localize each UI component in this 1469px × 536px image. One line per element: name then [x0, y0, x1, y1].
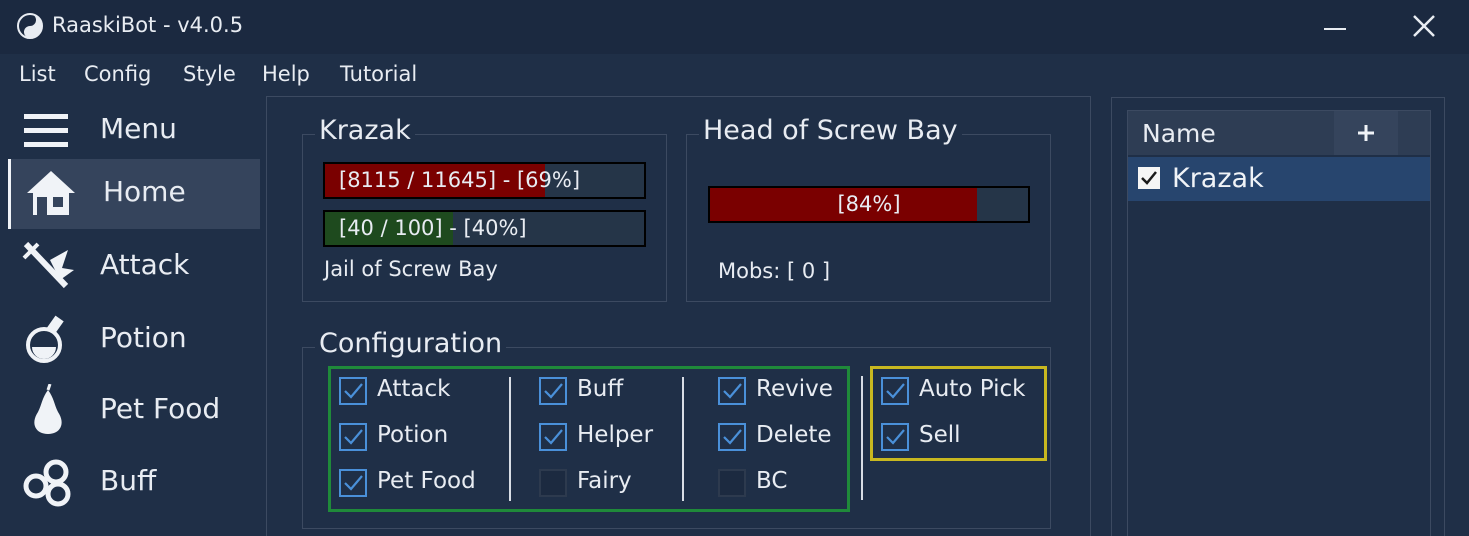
checkbox[interactable]: [539, 469, 567, 497]
character-list: Name Krazak: [1127, 110, 1431, 536]
house-icon: [27, 171, 75, 215]
checkmark-icon: [886, 383, 905, 399]
potion-flask-icon: [26, 315, 64, 363]
character-list-panel: Name Krazak: [1111, 97, 1445, 536]
mobs-count: Mobs: [ 0 ]: [718, 259, 831, 283]
checkmark-icon: [1141, 171, 1157, 185]
checkmark-icon: [544, 429, 563, 445]
minimize-button[interactable]: [1318, 10, 1354, 44]
checkmark-icon: [544, 383, 563, 399]
close-icon[interactable]: [1406, 8, 1442, 44]
plus-icon: [1358, 125, 1374, 141]
main-toggles-box: Attack Potion Pet Food Buff Helper Fairy Reviv…: [328, 366, 850, 512]
character-group: Krazak [8115 / 11645] - [69%] [40 / 100]…: [302, 115, 667, 302]
checkbox[interactable]: [339, 377, 367, 405]
loot-toggles-box: Auto Pick Sell: [870, 366, 1047, 461]
pear-icon: [34, 384, 62, 434]
sidebar-item-potion[interactable]: Potion: [8, 305, 260, 375]
yin-yang-icon: [17, 13, 43, 39]
list-item-checkbox[interactable]: [1138, 167, 1160, 189]
checkbox-label: Fairy: [577, 468, 632, 494]
window-title: RaaskiBot - v4.0.5: [52, 13, 244, 37]
sidebar-item-attack[interactable]: Attack: [8, 232, 260, 302]
target-group: Head of Screw Bay [84%] Mobs: [ 0 ]: [686, 115, 1051, 302]
list-item[interactable]: Krazak: [1128, 157, 1430, 201]
sidebar-item-buff[interactable]: Buff: [8, 448, 260, 518]
checkmark-icon: [723, 429, 742, 445]
swirl-icon: [23, 459, 71, 507]
checkbox-label: Attack: [377, 376, 451, 402]
checkbox[interactable]: [881, 377, 909, 405]
sidebar-item-label: Attack: [100, 248, 190, 281]
checkbox[interactable]: [718, 423, 746, 451]
list-item-label: Krazak: [1172, 163, 1264, 194]
checkbox-label: BC: [756, 468, 788, 494]
checkbox-label: Auto Pick: [919, 376, 1026, 402]
checkmark-icon: [344, 383, 363, 399]
checkbox[interactable]: [339, 469, 367, 497]
sidebar-item-label: Home: [103, 175, 186, 208]
checkbox-label: Delete: [756, 422, 832, 448]
sidebar-item-label: Buff: [100, 464, 157, 497]
sidebar-item-pet-food[interactable]: Pet Food: [8, 376, 260, 446]
checkbox[interactable]: [539, 423, 567, 451]
checkbox-label: Sell: [919, 422, 961, 448]
menu-tutorial[interactable]: Tutorial: [340, 62, 417, 86]
checkbox[interactable]: [539, 377, 567, 405]
menu-style[interactable]: Style: [183, 62, 236, 86]
location-text: Jail of Screw Bay: [324, 257, 498, 281]
checkbox-label: Revive: [756, 376, 833, 402]
hp-bar: [8115 / 11645] - [69%]: [323, 162, 646, 199]
sidebar-item-label: Potion: [100, 321, 187, 354]
target-hp-text: [84%]: [837, 192, 901, 216]
sidebar-item-label: Pet Food: [100, 392, 221, 425]
checkbox-label: Helper: [577, 422, 654, 448]
checkmark-icon: [344, 429, 363, 445]
menu-list[interactable]: List: [19, 62, 56, 86]
checkmark-icon: [344, 475, 363, 491]
add-character-button[interactable]: [1334, 111, 1398, 155]
menu-bar: List Config Style Help Tutorial: [0, 54, 1469, 96]
sword-icon: [22, 241, 74, 289]
target-hp-bar: [84%]: [708, 186, 1030, 223]
sidebar: Menu Home Attack Potion Pet Food Buff: [0, 96, 262, 536]
target-name: Head of Screw Bay: [699, 115, 962, 146]
menu-help[interactable]: Help: [262, 62, 310, 86]
hamburger-icon: [24, 114, 68, 147]
checkbox-label: Buff: [577, 376, 624, 402]
menu-config[interactable]: Config: [84, 62, 151, 86]
sidebar-item-menu[interactable]: Menu: [8, 96, 260, 166]
sidebar-item-label: Menu: [100, 112, 177, 145]
mp-text: [40 / 100] - [40%]: [339, 216, 527, 240]
column-divider: [682, 377, 684, 501]
list-header: Name: [1128, 111, 1430, 155]
sidebar-item-home[interactable]: Home: [8, 159, 260, 229]
checkmark-icon: [886, 429, 905, 445]
configuration-group: Configuration Attack Potion Pet Food Buff He…: [302, 328, 1051, 529]
hp-text: [8115 / 11645] - [69%]: [339, 168, 581, 192]
checkbox[interactable]: [718, 377, 746, 405]
group-divider: [861, 376, 863, 500]
character-name: Krazak: [315, 115, 415, 146]
checkbox[interactable]: [339, 423, 367, 451]
checkbox[interactable]: [718, 469, 746, 497]
main-panel: Krazak [8115 / 11645] - [69%] [40 / 100]…: [266, 96, 1091, 536]
column-divider: [509, 377, 511, 501]
title-bar: RaaskiBot - v4.0.5: [0, 0, 1469, 54]
checkbox-label: Pet Food: [377, 468, 476, 494]
column-header-name[interactable]: Name: [1142, 119, 1216, 148]
mp-bar: [40 / 100] - [40%]: [323, 210, 646, 247]
checkbox[interactable]: [881, 423, 909, 451]
checkbox-label: Potion: [377, 422, 449, 448]
configuration-title: Configuration: [315, 328, 507, 359]
checkmark-icon: [723, 383, 742, 399]
